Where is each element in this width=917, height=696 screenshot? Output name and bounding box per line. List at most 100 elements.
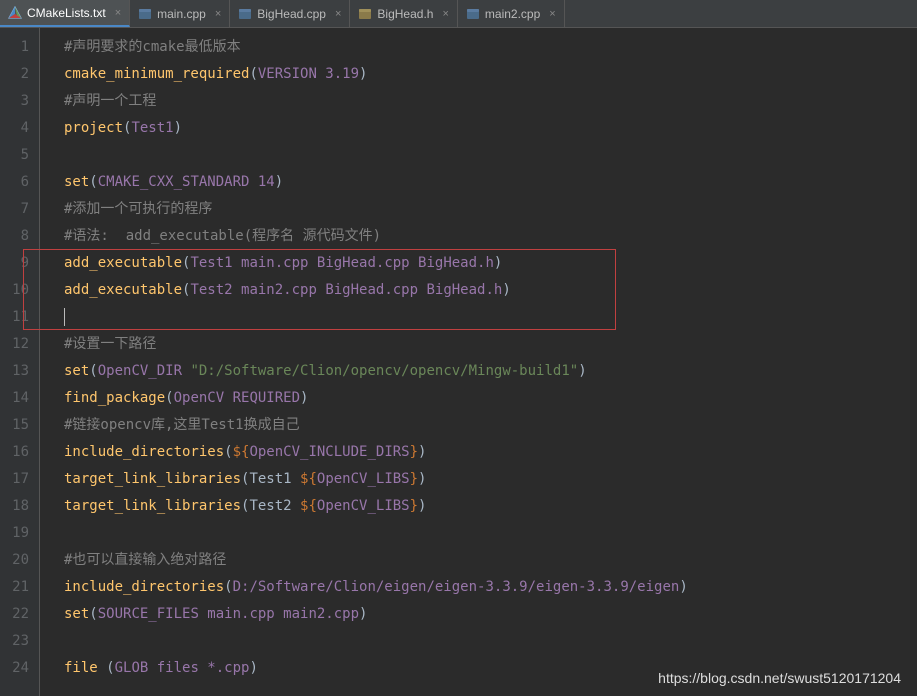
- code-line[interactable]: target_link_libraries(Test2 ${OpenCV_LIB…: [64, 493, 917, 520]
- line-number: 16: [0, 439, 29, 466]
- token-func: include_directories: [64, 444, 224, 460]
- token-ident: D:/Software/Clion/eigen/eigen-3.3.9/eige…: [233, 579, 680, 595]
- code-line[interactable]: [64, 142, 917, 169]
- token-func: target_link_libraries: [64, 471, 241, 487]
- close-icon[interactable]: ×: [442, 8, 448, 20]
- token-func: cmake_minimum_required: [64, 66, 249, 82]
- token-func: set: [64, 174, 89, 190]
- editor-tab[interactable]: BigHead.h ×: [350, 0, 457, 27]
- cpp-file-icon: [138, 7, 152, 21]
- editor-tab[interactable]: main2.cpp ×: [458, 0, 565, 27]
- text-cursor: [64, 308, 65, 326]
- editor-tab[interactable]: CMakeLists.txt ×: [0, 0, 130, 27]
- tab-label: main2.cpp: [485, 7, 540, 21]
- line-number: 5: [0, 142, 29, 169]
- code-line[interactable]: add_executable(Test1 main.cpp BigHead.cp…: [64, 250, 917, 277]
- token-var: ${: [300, 498, 317, 514]
- token-ident: OpenCV_DIR: [98, 363, 191, 379]
- token-ident: OpenCV_LIBS: [317, 498, 410, 514]
- tab-label: BigHead.h: [377, 7, 433, 21]
- close-icon[interactable]: ×: [215, 8, 221, 20]
- token-var: }: [410, 444, 418, 460]
- token-paren: ): [300, 390, 308, 406]
- code-line[interactable]: target_link_libraries(Test1 ${OpenCV_LIB…: [64, 466, 917, 493]
- tab-label: BigHead.cpp: [257, 7, 326, 21]
- token-comment: #声明要求的cmake最低版本: [64, 39, 241, 55]
- token-func: set: [64, 363, 89, 379]
- token-func: file: [64, 660, 106, 676]
- token-ident: SOURCE_FILES main.cpp main2.cpp: [98, 606, 359, 622]
- code-line[interactable]: #声明一个工程: [64, 88, 917, 115]
- tab-label: CMakeLists.txt: [27, 6, 106, 20]
- code-line[interactable]: find_package(OpenCV REQUIRED): [64, 385, 917, 412]
- code-line[interactable]: include_directories(${OpenCV_INCLUDE_DIR…: [64, 439, 917, 466]
- token-string: "D:/Software/Clion/opencv/opencv/Mingw-b…: [190, 363, 578, 379]
- token-comment: #设置一下路径: [64, 336, 156, 352]
- editor-area: 123456789101112131415161718192021222324 …: [0, 28, 917, 696]
- token-func: project: [64, 120, 123, 136]
- code-line[interactable]: #声明要求的cmake最低版本: [64, 34, 917, 61]
- token-paren: (: [224, 444, 232, 460]
- line-number: 15: [0, 412, 29, 439]
- token-func: include_directories: [64, 579, 224, 595]
- token-comment: #也可以直接输入绝对路径: [64, 552, 226, 568]
- close-icon[interactable]: ×: [115, 7, 121, 19]
- line-number: 20: [0, 547, 29, 574]
- code-line[interactable]: set(OpenCV_DIR "D:/Software/Clion/opencv…: [64, 358, 917, 385]
- code-line[interactable]: set(CMAKE_CXX_STANDARD 14): [64, 169, 917, 196]
- code-line[interactable]: [64, 628, 917, 655]
- code-line[interactable]: #设置一下路径: [64, 331, 917, 358]
- token-paren: ): [679, 579, 687, 595]
- code-line[interactable]: #添加一个可执行的程序: [64, 196, 917, 223]
- token-paren: (: [89, 363, 97, 379]
- code-line[interactable]: [64, 520, 917, 547]
- code-line[interactable]: add_executable(Test2 main2.cpp BigHead.c…: [64, 277, 917, 304]
- editor-tab[interactable]: BigHead.cpp ×: [230, 0, 350, 27]
- line-number: 6: [0, 169, 29, 196]
- token-paren: ): [418, 498, 426, 514]
- token-paren: ): [418, 471, 426, 487]
- code-line[interactable]: set(SOURCE_FILES main.cpp main2.cpp): [64, 601, 917, 628]
- line-number: 7: [0, 196, 29, 223]
- close-icon[interactable]: ×: [335, 8, 341, 20]
- token-ident: OpenCV_LIBS: [317, 471, 410, 487]
- line-number: 24: [0, 655, 29, 682]
- h-file-icon: [358, 7, 372, 21]
- editor-tab[interactable]: main.cpp×: [130, 0, 230, 27]
- code-line[interactable]: include_directories(D:/Software/Clion/ei…: [64, 574, 917, 601]
- cmake-file-icon: [8, 6, 22, 20]
- token-paren: ): [359, 606, 367, 622]
- token-paren: ): [174, 120, 182, 136]
- token-var: ${: [233, 444, 250, 460]
- token-paren: ): [359, 66, 367, 82]
- close-icon[interactable]: ×: [549, 8, 555, 20]
- line-number: 2: [0, 61, 29, 88]
- line-number: 11: [0, 304, 29, 331]
- line-number: 21: [0, 574, 29, 601]
- token-paren: (Test1: [241, 471, 300, 487]
- token-paren: ): [249, 660, 257, 676]
- code-line[interactable]: [64, 304, 917, 331]
- token-ident: CMAKE_CXX_STANDARD 14: [98, 174, 275, 190]
- line-number: 18: [0, 493, 29, 520]
- code-line[interactable]: project(Test1): [64, 115, 917, 142]
- code-line[interactable]: #也可以直接输入绝对路径: [64, 547, 917, 574]
- code-line[interactable]: cmake_minimum_required(VERSION 3.19): [64, 61, 917, 88]
- code-line[interactable]: #语法: add_executable(程序名 源代码文件): [64, 223, 917, 250]
- code-line[interactable]: #链接opencv库,这里Test1换成自己: [64, 412, 917, 439]
- token-paren: ): [578, 363, 586, 379]
- line-number: 12: [0, 331, 29, 358]
- watermark-text: https://blog.csdn.net/swust5120171204: [658, 670, 901, 686]
- code-editor[interactable]: #声明要求的cmake最低版本cmake_minimum_required(VE…: [40, 28, 917, 696]
- token-ident: VERSION 3.19: [258, 66, 359, 82]
- token-var: }: [410, 471, 418, 487]
- line-gutter: 123456789101112131415161718192021222324: [0, 28, 40, 696]
- token-paren: (: [89, 606, 97, 622]
- line-number: 10: [0, 277, 29, 304]
- token-paren: (: [89, 174, 97, 190]
- token-comment: #语法: add_executable(程序名 源代码文件): [64, 228, 381, 244]
- token-paren: (Test2: [241, 498, 300, 514]
- line-number: 3: [0, 88, 29, 115]
- line-number: 13: [0, 358, 29, 385]
- line-number: 19: [0, 520, 29, 547]
